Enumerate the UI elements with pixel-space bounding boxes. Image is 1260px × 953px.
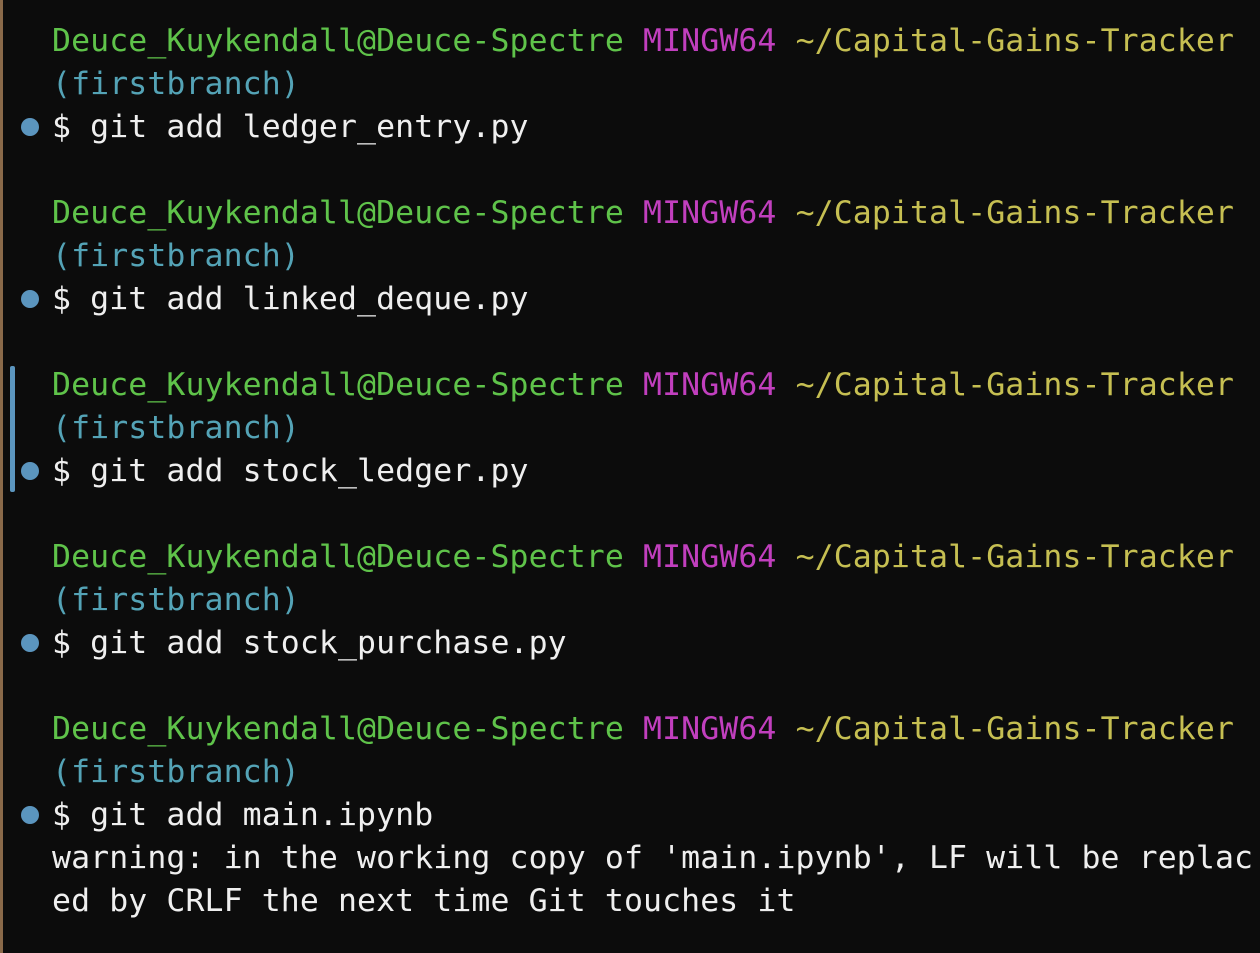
prompt-user-host: Deuce_Kuykendall@Deuce-Spectre bbox=[52, 23, 624, 59]
prompt-system: MINGW64 bbox=[643, 711, 777, 747]
command-line: $ git add ledger_entry.py bbox=[52, 109, 529, 145]
prompt-line: Deuce_Kuykendall@Deuce-Spectre MINGW64 ~… bbox=[52, 708, 1234, 751]
command-marker-icon[interactable] bbox=[21, 806, 39, 824]
prompt-user-host: Deuce_Kuykendall@Deuce-Spectre bbox=[52, 367, 624, 403]
command-marker-icon[interactable] bbox=[21, 634, 39, 652]
warning-output: ed by CRLF the next time Git touches it bbox=[52, 883, 796, 919]
prompt-branch: (firstbranch) bbox=[52, 410, 300, 446]
prompt-user-host: Deuce_Kuykendall@Deuce-Spectre bbox=[52, 711, 624, 747]
prompt-user-host: Deuce_Kuykendall@Deuce-Spectre bbox=[52, 539, 624, 575]
command-marker-icon[interactable] bbox=[21, 118, 39, 136]
prompt-branch: (firstbranch) bbox=[52, 754, 300, 790]
command-marker-icon[interactable] bbox=[21, 462, 39, 480]
prompt-line: Deuce_Kuykendall@Deuce-Spectre MINGW64 ~… bbox=[52, 364, 1234, 407]
prompt-line: Deuce_Kuykendall@Deuce-Spectre MINGW64 ~… bbox=[52, 192, 1234, 235]
prompt-branch: (firstbranch) bbox=[52, 66, 300, 102]
prompt-system: MINGW64 bbox=[643, 367, 777, 403]
command-line: $ git add stock_ledger.py bbox=[52, 453, 529, 489]
prompt-system: MINGW64 bbox=[643, 195, 777, 231]
terminal-window[interactable]: Deuce_Kuykendall@Deuce-Spectre MINGW64 ~… bbox=[0, 0, 1260, 953]
command-line: $ git add main.ipynb bbox=[52, 797, 434, 833]
prompt-path: ~/Capital-Gains-Tracker bbox=[795, 195, 1235, 231]
prompt-path: ~/Capital-Gains-Tracker bbox=[795, 23, 1235, 59]
prompt-user-host: Deuce_Kuykendall@Deuce-Spectre bbox=[52, 195, 624, 231]
prompt-path: ~/Capital-Gains-Tracker bbox=[795, 711, 1235, 747]
command-line: $ git add linked_deque.py bbox=[52, 281, 529, 317]
selected-command-bar[interactable] bbox=[10, 366, 15, 492]
warning-output: warning: in the working copy of 'main.ip… bbox=[52, 840, 1254, 876]
prompt-system: MINGW64 bbox=[643, 23, 777, 59]
command-marker-icon[interactable] bbox=[21, 290, 39, 308]
prompt-system: MINGW64 bbox=[643, 539, 777, 575]
prompt-line: Deuce_Kuykendall@Deuce-Spectre MINGW64 ~… bbox=[52, 536, 1234, 579]
prompt-path: ~/Capital-Gains-Tracker bbox=[795, 367, 1235, 403]
prompt-branch: (firstbranch) bbox=[52, 238, 300, 274]
command-line: $ git add stock_purchase.py bbox=[52, 625, 567, 661]
prompt-path: ~/Capital-Gains-Tracker bbox=[795, 539, 1235, 575]
prompt-branch: (firstbranch) bbox=[52, 582, 300, 618]
prompt-line: Deuce_Kuykendall@Deuce-Spectre MINGW64 ~… bbox=[52, 20, 1234, 63]
